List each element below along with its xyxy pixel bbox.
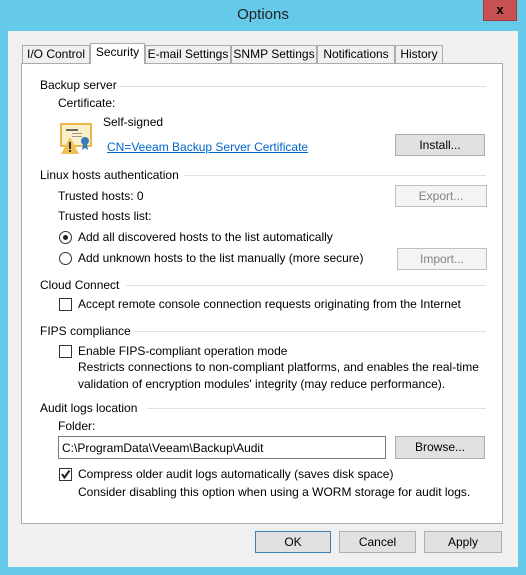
radio-add-automatically-label[interactable]: Add all discovered hosts to the list aut… (78, 230, 333, 245)
tab-notifications[interactable]: Notifications (317, 45, 395, 64)
fips-label[interactable]: Enable FIPS-compliant operation mode (78, 344, 287, 359)
divider (126, 285, 486, 286)
certificate-label: Certificate: (58, 96, 116, 110)
fips-heading: FIPS compliance (40, 324, 131, 338)
window-title: Options (237, 6, 289, 23)
apply-button[interactable]: Apply (424, 531, 502, 553)
folder-label: Folder: (58, 419, 96, 433)
audit-logs-heading: Audit logs location (40, 401, 138, 415)
ok-button[interactable]: OK (255, 531, 331, 553)
compress-note: Consider disabling this option when usin… (78, 485, 471, 499)
accept-remote-checkbox[interactable] (59, 298, 72, 311)
import-button[interactable]: Import... (397, 248, 487, 270)
fips-checkbox[interactable] (59, 345, 72, 358)
divider (184, 175, 486, 176)
divider (117, 86, 486, 87)
close-button[interactable]: x (483, 0, 517, 21)
tab-history[interactable]: History (395, 45, 443, 64)
cloud-connect-heading: Cloud Connect (40, 278, 120, 292)
certificate-link[interactable]: CN=Veeam Backup Server Certificate (107, 140, 308, 155)
fips-description-line1: Restricts connections to non-compliant p… (78, 360, 479, 374)
trusted-hosts-count: Trusted hosts: 0 (58, 189, 144, 203)
linux-auth-heading: Linux hosts authentication (40, 168, 179, 182)
tab-security[interactable]: Security (90, 43, 145, 64)
compress-label[interactable]: Compress older audit logs automatically … (78, 467, 393, 482)
backup-server-heading: Backup server (40, 78, 117, 92)
divider (133, 331, 486, 332)
trusted-hosts-list-label: Trusted hosts list: (58, 209, 152, 223)
install-button[interactable]: Install... (395, 134, 485, 156)
tab-io-control[interactable]: I/O Control (22, 45, 90, 64)
browse-button[interactable]: Browse... (395, 436, 485, 459)
tab-snmp-settings[interactable]: SNMP Settings (231, 45, 317, 64)
accept-remote-label[interactable]: Accept remote console connection request… (78, 297, 461, 312)
checkmark-icon (61, 469, 71, 480)
certificate-status: Self-signed (103, 115, 164, 129)
export-button[interactable]: Export... (395, 185, 487, 207)
radio-add-manually[interactable] (59, 252, 72, 265)
divider (147, 408, 486, 409)
compress-checkbox[interactable] (59, 468, 72, 481)
radio-add-manually-label[interactable]: Add unknown hosts to the list manually (… (78, 251, 363, 266)
cancel-button[interactable]: Cancel (339, 531, 416, 553)
radio-add-automatically[interactable] (59, 231, 72, 244)
folder-input[interactable] (58, 436, 386, 459)
tab-email-settings[interactable]: E-mail Settings (145, 45, 231, 64)
fips-description-line2: validation of encryption modules' integr… (78, 377, 446, 391)
certificate-warning-icon (60, 123, 92, 154)
